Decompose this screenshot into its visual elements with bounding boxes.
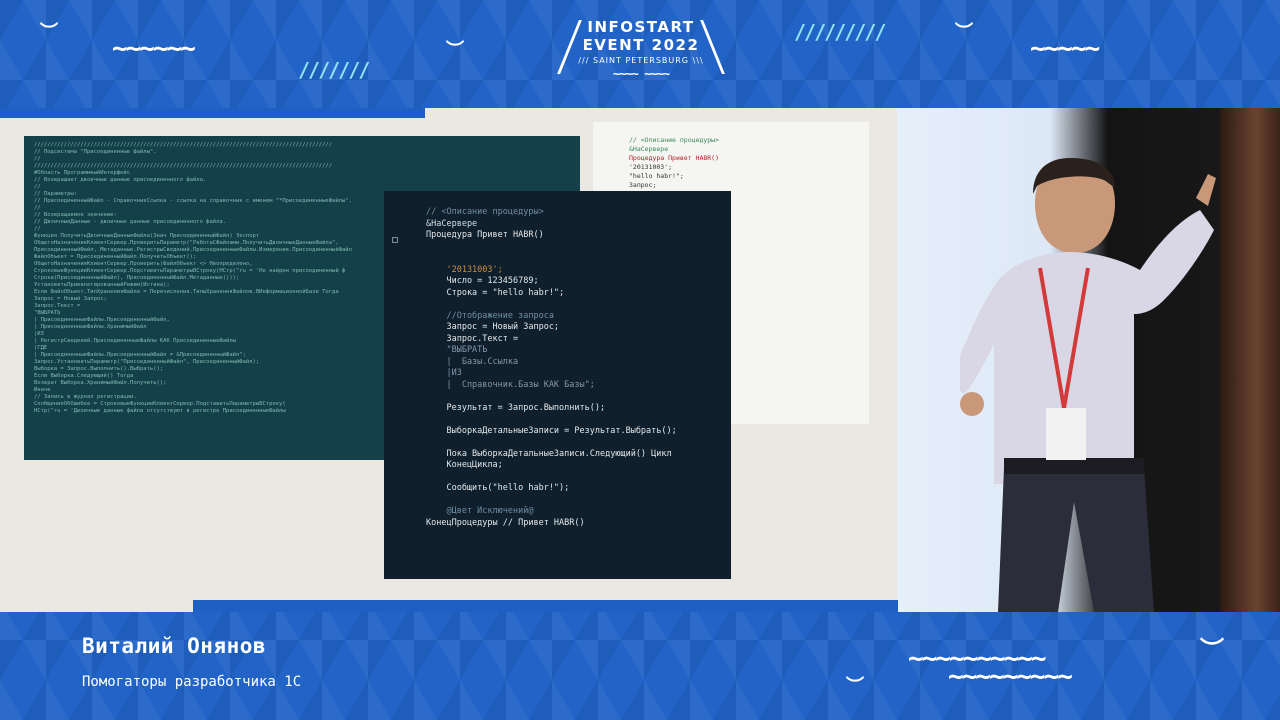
code-line: "ВЫБРАТЬ: [426, 345, 488, 355]
code-line: Процедура Привет HABR(): [426, 230, 544, 240]
code-line: // <Описание процедуры>: [426, 207, 544, 217]
speaker-name: Виталий Онянов: [82, 634, 267, 658]
code-line: '20131003';: [629, 163, 673, 171]
code-line: КонецПроцедуры // Привет HABR(): [426, 517, 585, 528]
event-logo: INFOSTART EVENT 2022 /// SAINT PETERSBUR…: [556, 18, 726, 90]
code-line: &НаСервере: [629, 145, 669, 153]
stage-curtain: [1220, 108, 1280, 612]
decor-slashes: /////////: [794, 20, 886, 44]
talk-title: Помогаторы разработчика 1С: [82, 674, 302, 690]
event-title-line2: EVENT 2022: [582, 36, 700, 54]
fold-marker-icon: [392, 237, 398, 243]
code-line: Пока ВыборкаДетальныеЗаписи.Следующий() …: [426, 448, 672, 459]
code-line: Строка = "hello habr!";: [426, 287, 565, 298]
code-line: Процедура Привет HABR(): [629, 154, 720, 162]
event-logo-waves: ~~~~ ~~~~: [612, 67, 670, 81]
code-line: ////////////////////////////////////////…: [34, 142, 333, 148]
decor-brace: ︶: [846, 676, 864, 697]
code-line: &НаСервере: [426, 218, 478, 229]
code-line: КонецЦикла;: [426, 460, 503, 470]
frame-stripe-top: [0, 108, 425, 118]
event-location: /// SAINT PETERSBURG \\\: [578, 56, 704, 65]
frame-stripe-bottom: [193, 600, 898, 612]
decor-brace: ︶: [1200, 636, 1224, 664]
code-line: // Подсистема "Присоединенные файлы".: [34, 149, 157, 155]
decor-wave: ~~~~~: [1030, 34, 1100, 64]
code-line: @Цвет Исключений@: [426, 506, 534, 516]
code-line: '20131003';: [426, 264, 503, 275]
code-line: Сообщить("hello habr!");: [426, 483, 570, 493]
code-line: | Справочник.Базы КАК Базы";: [426, 379, 595, 390]
code-line: // <Описание процедуры>: [629, 136, 720, 144]
code-line: #Область ПрограммныйИнтерфейс: [34, 170, 131, 176]
decor-slashes: ///////: [298, 58, 370, 82]
code-line: Запрос;: [629, 181, 657, 189]
decor-brace: ︶: [40, 22, 58, 43]
code-line: //: [34, 184, 41, 190]
code-line: Запрос = Новый Запрос;: [426, 322, 560, 332]
code-line: Запрос.Текст =: [426, 333, 519, 344]
stage-video: ////////////////////////////////////////…: [0, 108, 1280, 612]
code-line: |ИЗ: [426, 368, 462, 378]
code-line: "hello habr!";: [629, 172, 684, 180]
code-line: //: [34, 156, 41, 162]
code-line: ВыборкаДетальныеЗаписи = Результат.Выбра…: [426, 425, 677, 436]
code-line: // Возвращает двоичные данные присоедине…: [34, 177, 207, 183]
code-line: Число = 123456789;: [426, 276, 539, 286]
decor-wave: ~~~~~~: [112, 34, 196, 64]
code-line: //Отображение запроса: [426, 310, 554, 321]
code-line: | Базы.Ссылка: [426, 356, 519, 367]
code-panel-main: // <Описание процедуры> &НаСервере Процеду…: [384, 191, 731, 579]
speaker-figure: [960, 158, 1216, 612]
code-line: ////////////////////////////////////////…: [34, 163, 333, 169]
code-line: Результат = Запрос.Выполнить();: [426, 402, 606, 413]
decor-brace: ︶: [446, 40, 464, 61]
decor-wave: ~~~~~~~~~: [948, 662, 1073, 692]
decor-brace: ︶: [955, 22, 973, 43]
